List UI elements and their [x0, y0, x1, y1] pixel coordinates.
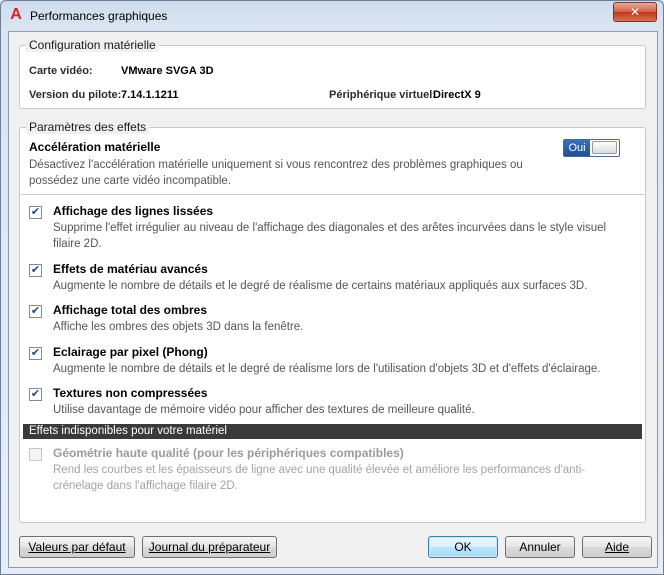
- effects-settings-group: Paramètres des effets Accélération matér…: [19, 120, 646, 523]
- driver-version-label: Version du pilote:: [29, 89, 122, 101]
- title-bar[interactable]: A Performances graphiques ✕: [1, 1, 663, 31]
- video-card-value: VMware SVGA 3D: [121, 65, 214, 77]
- smooth-lines-checkbox[interactable]: ✔: [29, 206, 42, 219]
- help-button[interactable]: Aide: [582, 536, 652, 558]
- cancel-button[interactable]: Annuler: [505, 536, 575, 558]
- dialog-client-area: Configuration matérielle Carte vidéo: VM…: [8, 31, 658, 568]
- option-description: Supprime l'effet irrégulier au niveau de…: [53, 222, 607, 250]
- close-button[interactable]: ✕: [613, 2, 657, 22]
- advanced-materials-checkbox[interactable]: ✔: [29, 264, 42, 277]
- journal-button[interactable]: Journal du préparateur: [142, 536, 277, 558]
- option-description: Affiche les ombres des objets 3D dans la…: [53, 321, 304, 333]
- option-description: Augmente le nombre de détails et le degr…: [53, 363, 601, 375]
- option-title: Effets de matériau avancés: [53, 262, 208, 276]
- journal-button-label: Journal du préparateur: [148, 540, 271, 554]
- per-pixel-lighting-checkbox[interactable]: ✔: [29, 347, 42, 360]
- unavailable-effects-header: Effets indisponibles pour votre matériel: [23, 424, 642, 439]
- option-title: Eclairage par pixel (Phong): [53, 345, 208, 359]
- option-title: Affichage total des ombres: [53, 303, 208, 317]
- dialog-window: A Performances graphiques ✕ Configuratio…: [0, 0, 664, 575]
- option-title: Affichage des lignes lissées: [53, 204, 214, 218]
- effects-settings-legend: Paramètres des effets: [26, 120, 150, 134]
- virtual-device-value: DirectX 9: [433, 89, 481, 101]
- window-title: Performances graphiques: [30, 9, 168, 23]
- hardware-acceleration-toggle[interactable]: Oui: [563, 139, 620, 157]
- virtual-device-label: Périphérique virtuel:: [329, 89, 436, 101]
- toggle-on-label: Oui: [564, 140, 590, 156]
- full-shadows-checkbox[interactable]: ✔: [29, 305, 42, 318]
- hardware-config-group: Configuration matérielle Carte vidéo: VM…: [19, 38, 646, 109]
- driver-version-value: 7.14.1.1211: [121, 89, 179, 101]
- option-title: Textures non compressées: [53, 386, 208, 400]
- hardware-acceleration-title: Accélération matérielle: [29, 140, 161, 154]
- hardware-config-legend: Configuration matérielle: [26, 38, 159, 52]
- uncompressed-textures-checkbox[interactable]: ✔: [29, 388, 42, 401]
- option-description: Augmente le nombre de détails et le degr…: [53, 280, 588, 292]
- divider: [20, 194, 645, 195]
- option-description: Utilise davantage de mémoire vidéo pour …: [53, 404, 475, 416]
- ok-button[interactable]: OK: [428, 536, 498, 558]
- option-title: Géométrie haute qualité (pour les périph…: [53, 446, 404, 460]
- option-description: Rend les courbes et les épaisseurs de li…: [53, 464, 586, 492]
- defaults-button[interactable]: Valeurs par défaut: [19, 536, 135, 558]
- defaults-button-label: Valeurs par défaut: [28, 540, 126, 554]
- autocad-logo-icon: A: [10, 6, 22, 23]
- toggle-knob[interactable]: [592, 141, 617, 154]
- help-button-label: Aide: [604, 540, 630, 554]
- high-quality-geometry-checkbox: [29, 448, 42, 461]
- hardware-acceleration-description: Désactivez l'accélération matérielle uni…: [29, 159, 523, 187]
- video-card-label: Carte vidéo:: [29, 65, 93, 77]
